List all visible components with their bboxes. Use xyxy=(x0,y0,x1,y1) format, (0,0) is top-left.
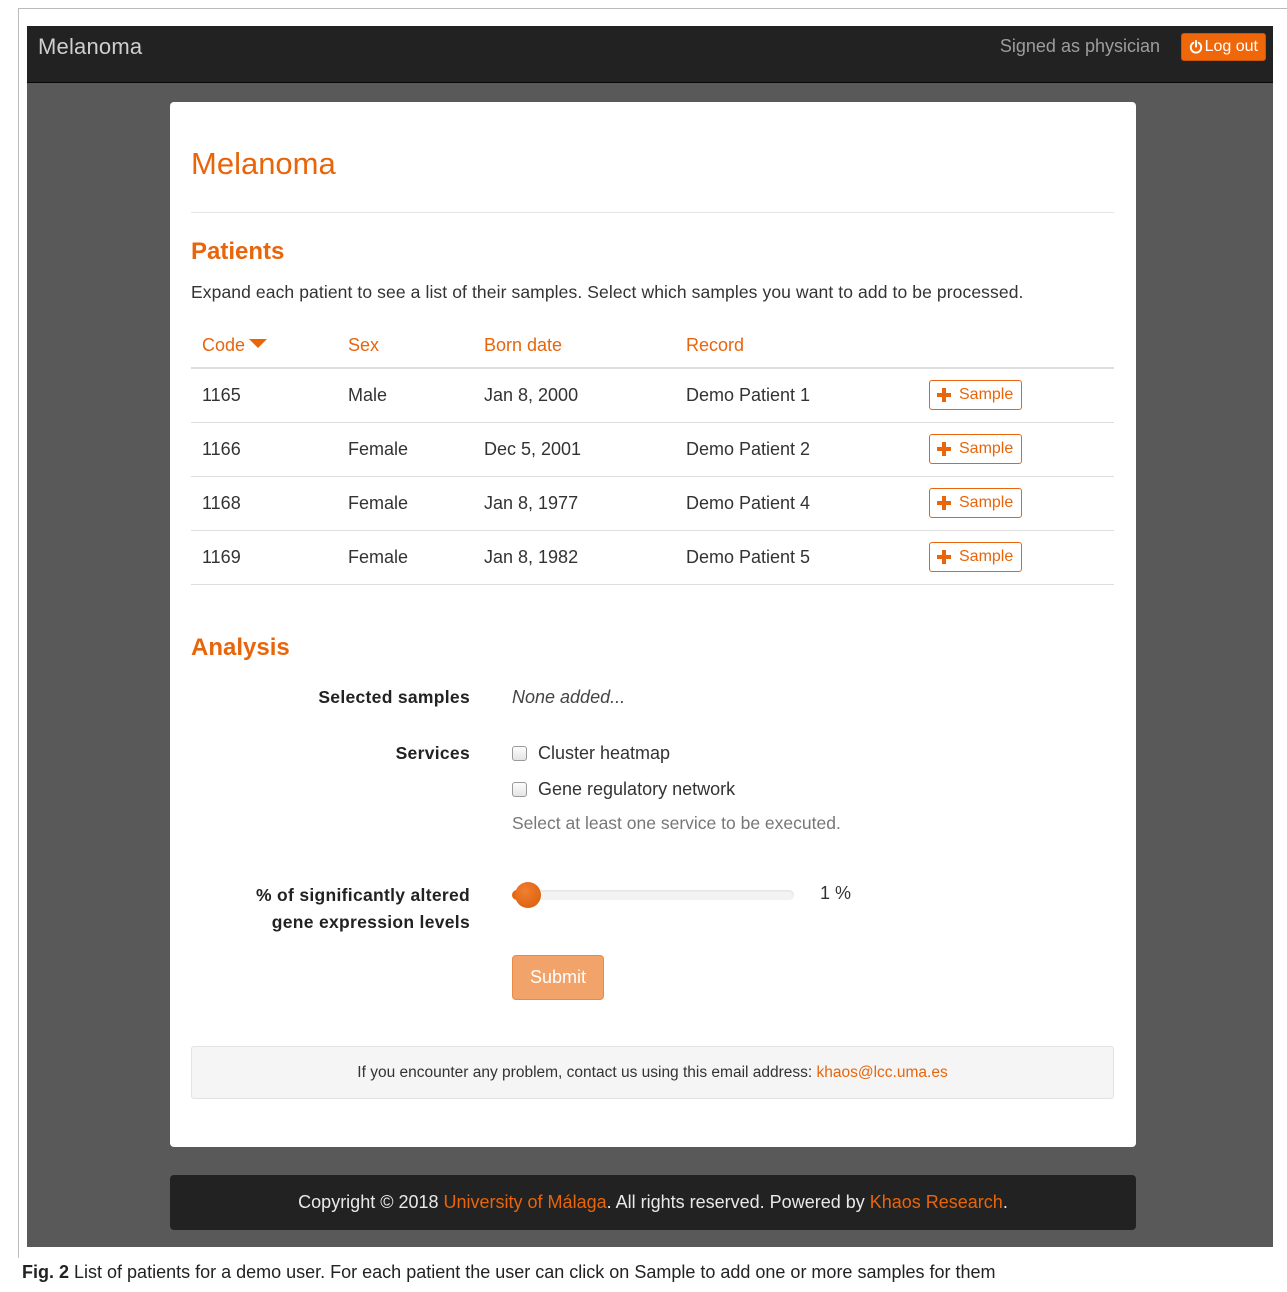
submit-button[interactable]: Submit xyxy=(512,955,604,1000)
cell-actions: Sample xyxy=(922,530,1114,585)
contact-well: If you encounter any problem, contact us… xyxy=(191,1046,1114,1099)
page-footer: Copyright © 2018 University of Málaga. A… xyxy=(170,1175,1136,1230)
university-link[interactable]: University of Málaga xyxy=(444,1192,607,1212)
cluster-heatmap-checkbox[interactable] xyxy=(512,746,527,761)
altered-genes-label-line2: gene expression levels xyxy=(271,912,470,932)
cell-code: 1169 xyxy=(191,530,337,585)
cell-sex: Female xyxy=(337,530,473,585)
plus-icon xyxy=(937,442,951,456)
add-sample-button[interactable]: Sample xyxy=(929,434,1023,464)
column-header-sex[interactable]: Sex xyxy=(337,324,473,369)
table-row[interactable]: 1168 Female Jan 8, 1977 Demo Patient 4 S… xyxy=(191,476,1114,531)
gene-regulatory-network-checkbox[interactable] xyxy=(512,782,527,797)
table-header-row: Code Sex Born date Record xyxy=(191,324,1114,369)
cell-sex: Female xyxy=(337,476,473,531)
column-header-label: Sex xyxy=(348,335,380,355)
services-help-text: Select at least one service to be execut… xyxy=(512,813,841,833)
logout-button[interactable]: Log out xyxy=(1180,33,1266,61)
table-row[interactable]: 1166 Female Dec 5, 2001 Demo Patient 2 S… xyxy=(191,422,1114,477)
patients-intro: Expand each patient to see a list of the… xyxy=(191,282,1024,302)
cell-born-date: Jan 8, 1977 xyxy=(473,476,675,531)
title-divider xyxy=(191,212,1114,213)
cell-record: Demo Patient 4 xyxy=(675,476,922,531)
table-row[interactable]: 1169 Female Jan 8, 1982 Demo Patient 5 S… xyxy=(191,530,1114,585)
plus-icon xyxy=(937,388,951,403)
column-header-label: Born date xyxy=(484,335,563,355)
footer-rights: . All rights reserved. Powered by xyxy=(606,1192,870,1212)
column-header-actions xyxy=(922,324,1114,369)
add-sample-label: Sample xyxy=(959,386,1014,404)
service-option-cluster-heatmap[interactable]: Cluster heatmap xyxy=(512,743,670,764)
altered-genes-value: 1 % xyxy=(820,883,852,903)
service-label: Gene regulatory network xyxy=(538,779,736,799)
figure-label: Fig. 2 xyxy=(22,1262,70,1282)
add-sample-button[interactable]: Sample xyxy=(929,380,1023,411)
cell-sex: Female xyxy=(337,422,473,477)
top-navbar: Melanoma Signed as physician Log out xyxy=(27,26,1273,83)
plus-icon xyxy=(937,550,951,564)
analysis-heading: Analysis xyxy=(191,634,290,661)
cell-code: 1165 xyxy=(191,368,337,423)
footer-copyright: Copyright © 2018 xyxy=(298,1192,444,1212)
main-panel: Melanoma Patients Expand each patient to… xyxy=(170,102,1136,1147)
service-option-gene-regulatory-network[interactable]: Gene regulatory network xyxy=(512,779,735,800)
cell-record: Demo Patient 2 xyxy=(675,422,922,477)
selected-samples-value: None added... xyxy=(512,687,626,707)
cell-code: 1166 xyxy=(191,422,337,477)
navbar-brand[interactable]: Melanoma xyxy=(38,34,142,60)
cell-record: Demo Patient 1 xyxy=(675,368,922,423)
service-label: Cluster heatmap xyxy=(538,743,671,763)
add-sample-button[interactable]: Sample xyxy=(929,488,1023,518)
caret-down-icon xyxy=(249,339,268,348)
figure-caption-text: List of patients for a demo user. For ea… xyxy=(69,1262,996,1282)
patients-table: Code Sex Born date Record 1165 Male Jan … xyxy=(191,324,1114,585)
column-header-code[interactable]: Code xyxy=(191,324,337,369)
cell-record: Demo Patient 5 xyxy=(675,530,922,585)
khaos-research-link[interactable]: Khaos Research xyxy=(870,1192,1003,1212)
footer-end: . xyxy=(1002,1192,1008,1212)
patients-heading: Patients xyxy=(191,238,285,265)
figure-caption: Fig. 2 List of patients for a demo user.… xyxy=(22,1262,996,1283)
add-sample-label: Sample xyxy=(959,548,1014,565)
services-label: Services xyxy=(395,743,470,763)
column-header-born-date[interactable]: Born date xyxy=(473,324,675,369)
cell-code: 1168 xyxy=(191,476,337,531)
cell-born-date: Jan 8, 2000 xyxy=(473,368,675,423)
signed-in-status: Signed as physician xyxy=(999,36,1160,56)
cell-born-date: Jan 8, 1982 xyxy=(473,530,675,585)
slider-handle[interactable] xyxy=(514,882,541,908)
altered-genes-label: % of significantly altered gene expressi… xyxy=(256,882,470,936)
add-sample-label: Sample xyxy=(959,440,1014,457)
add-sample-label: Sample xyxy=(959,494,1014,511)
page-title: Melanoma xyxy=(191,146,336,181)
add-sample-button[interactable]: Sample xyxy=(929,542,1023,572)
altered-genes-slider[interactable] xyxy=(512,882,794,908)
cell-actions: Sample xyxy=(922,422,1114,477)
column-header-label: Record xyxy=(686,335,745,355)
column-header-label: Code xyxy=(202,335,246,355)
cell-born-date: Dec 5, 2001 xyxy=(473,422,675,477)
logout-label: Log out xyxy=(1204,38,1258,55)
power-icon xyxy=(1189,40,1202,54)
cell-sex: Male xyxy=(337,368,473,423)
app-screen: Melanoma Signed as physician Log out Mel… xyxy=(27,26,1273,1247)
table-row[interactable]: 1165 Male Jan 8, 2000 Demo Patient 1 Sam… xyxy=(191,368,1114,423)
plus-icon xyxy=(937,496,951,510)
altered-genes-label-line1: % of significantly altered xyxy=(256,885,470,905)
cell-actions: Sample xyxy=(922,476,1114,531)
cell-actions: Sample xyxy=(922,368,1114,423)
column-header-record[interactable]: Record xyxy=(675,324,922,369)
contact-text: If you encounter any problem, contact us… xyxy=(357,1064,817,1081)
selected-samples-label: Selected samples xyxy=(318,687,470,707)
contact-email-link[interactable]: khaos@lcc.uma.es xyxy=(817,1064,948,1081)
